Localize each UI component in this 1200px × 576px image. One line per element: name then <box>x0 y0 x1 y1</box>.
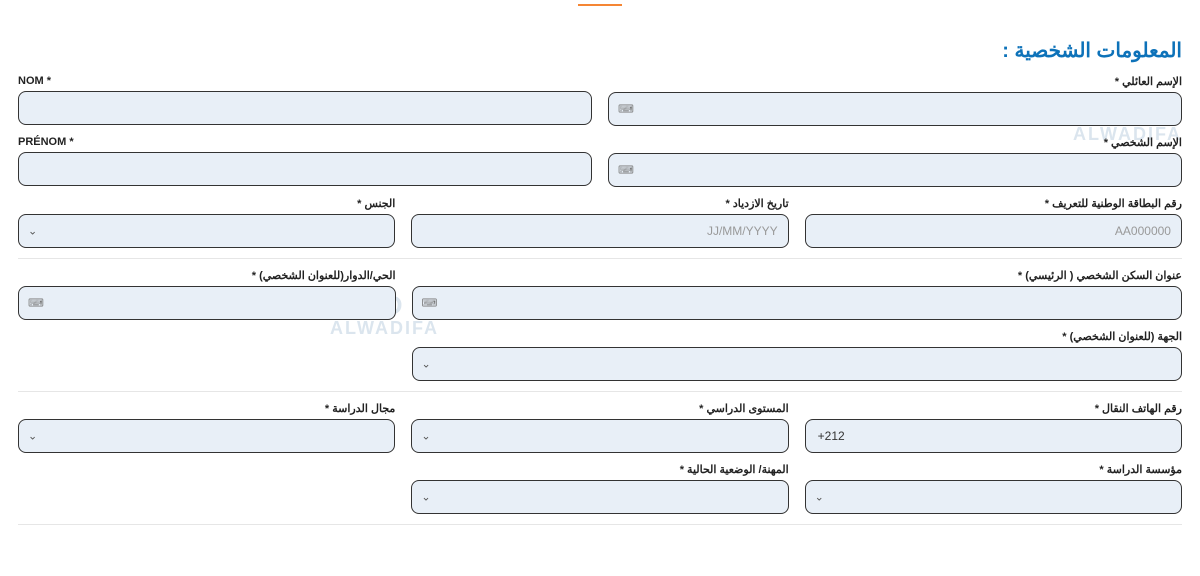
neighborhood-label: الحي/الدوار(للعنوان الشخصي) * <box>18 269 396 282</box>
given-name-input[interactable] <box>608 153 1182 187</box>
nom-input[interactable] <box>18 91 592 125</box>
institution-label: مؤسسة الدراسة * <box>805 463 1182 476</box>
divider <box>18 258 1182 259</box>
family-name-label: الإسم العائلي * <box>608 75 1182 88</box>
gender-select[interactable] <box>18 214 395 248</box>
national-id-input[interactable] <box>805 214 1182 248</box>
study-level-label: المستوى الدراسي * <box>411 402 788 415</box>
divider <box>18 524 1182 525</box>
neighborhood-input[interactable] <box>18 286 396 320</box>
gender-label: الجنس * <box>18 197 395 210</box>
address-main-label: عنوان السكن الشخصي ( الرئيسي) * <box>412 269 1182 282</box>
study-level-select[interactable] <box>411 419 788 453</box>
address-main-input[interactable] <box>412 286 1182 320</box>
profession-select[interactable] <box>411 480 788 514</box>
field-of-study-label: مجال الدراسة * <box>18 402 395 415</box>
region-label: الجهة (للعنوان الشخصي) * <box>412 330 1182 343</box>
birth-date-input[interactable] <box>411 214 788 248</box>
prenom-label: PRÉNOM * <box>18 136 592 148</box>
institution-select[interactable] <box>805 480 1182 514</box>
divider <box>18 391 1182 392</box>
birth-date-label: تاريخ الازدياد * <box>411 197 788 210</box>
tab-indicator <box>578 4 622 6</box>
given-name-label: الإسم الشخصي * <box>608 136 1182 149</box>
national-id-label: رقم البطاقة الوطنية للتعريف * <box>805 197 1182 210</box>
region-select[interactable] <box>412 347 1182 381</box>
profession-label: المهنة/ الوضعية الحالية * <box>411 463 788 476</box>
prenom-input[interactable] <box>18 152 592 186</box>
family-name-input[interactable] <box>608 92 1182 126</box>
mobile-label: رقم الهاتف النقال * <box>805 402 1182 415</box>
nom-label: NOM * <box>18 75 592 87</box>
field-of-study-select[interactable] <box>18 419 395 453</box>
mobile-input[interactable] <box>805 419 1182 453</box>
section-title: المعلومات الشخصية : <box>18 38 1182 63</box>
